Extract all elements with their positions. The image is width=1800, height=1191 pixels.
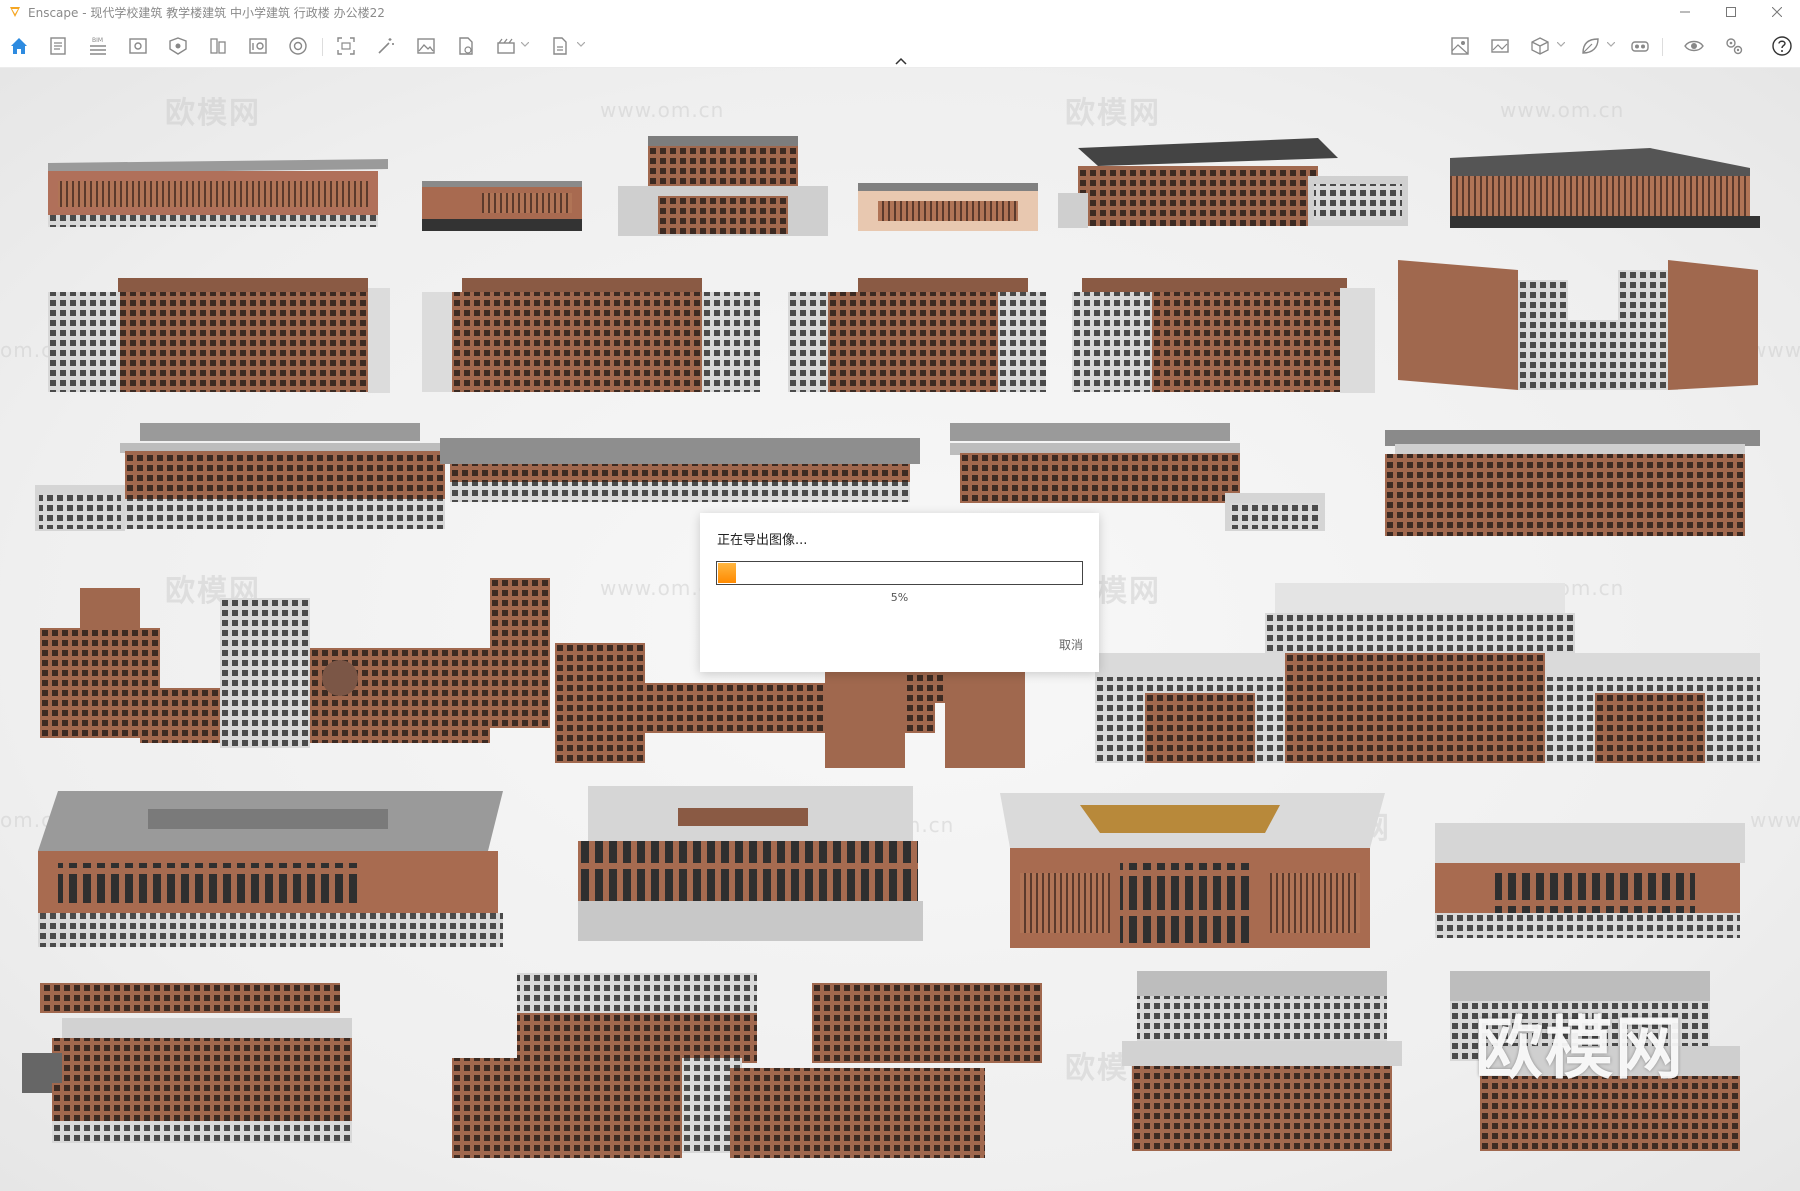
building-model bbox=[38, 791, 503, 951]
batch-export-icon bbox=[553, 37, 567, 55]
maximize-icon bbox=[1726, 7, 1736, 17]
building-model bbox=[22, 983, 372, 1148]
picture-icon bbox=[1491, 39, 1509, 53]
leaf-tool-button[interactable] bbox=[1578, 34, 1602, 58]
building-model bbox=[1435, 823, 1745, 943]
home-button[interactable] bbox=[7, 34, 31, 58]
home-icon bbox=[11, 38, 27, 54]
eye-preview-button[interactable] bbox=[1682, 34, 1706, 58]
watermark-brand-large: 欧模网 bbox=[1475, 1010, 1686, 1089]
sphere-settings-button[interactable] bbox=[286, 34, 310, 58]
building-model bbox=[1122, 971, 1407, 1156]
cube-view-dropdown[interactable] bbox=[1556, 38, 1566, 52]
dialog-title: 正在导出图像... bbox=[717, 533, 808, 548]
close-icon bbox=[1772, 7, 1782, 17]
picture-button[interactable] bbox=[1488, 34, 1512, 58]
building-model bbox=[35, 423, 475, 533]
building-model bbox=[1385, 430, 1760, 540]
video-export-dropdown[interactable] bbox=[520, 38, 530, 52]
eye-preview-icon bbox=[1684, 40, 1704, 52]
building-model bbox=[422, 173, 587, 243]
export-progress-bar bbox=[716, 561, 1083, 585]
screenshot-capture-icon bbox=[337, 37, 355, 55]
bim-list-icon: BIM bbox=[90, 37, 106, 55]
sphere-settings-icon bbox=[289, 37, 307, 55]
cube-view-button[interactable] bbox=[1528, 34, 1552, 58]
enscape-logo-icon bbox=[10, 7, 20, 17]
visual-settings-button[interactable] bbox=[126, 34, 150, 58]
chevron-down-icon bbox=[1557, 42, 1565, 47]
export-button[interactable] bbox=[454, 34, 478, 58]
video-export-icon bbox=[497, 38, 515, 54]
window-title: Enscape - 现代学校建筑 教学楼建筑 中小学建筑 行政楼 办公楼22 bbox=[28, 5, 385, 20]
help-icon bbox=[1772, 36, 1792, 56]
building-model bbox=[618, 136, 828, 241]
building-model bbox=[40, 578, 560, 748]
cube-view-icon bbox=[1531, 37, 1549, 55]
asset-library-icon bbox=[169, 37, 187, 55]
cancel-button[interactable]: 取消 bbox=[1059, 636, 1083, 653]
batch-export-button[interactable] bbox=[548, 34, 572, 58]
image-render-button[interactable] bbox=[414, 34, 438, 58]
building-model bbox=[858, 183, 1043, 233]
help-button[interactable] bbox=[1770, 34, 1794, 58]
leaf-tool-icon bbox=[1582, 38, 1599, 54]
video-export-button[interactable] bbox=[494, 34, 518, 58]
building-model bbox=[422, 278, 762, 393]
building-model bbox=[48, 153, 388, 233]
watermark-url-partial-right: www. bbox=[1750, 808, 1800, 832]
chevron-down-icon bbox=[521, 42, 529, 47]
settings-button[interactable] bbox=[1722, 34, 1746, 58]
chevron-down-icon bbox=[577, 42, 585, 47]
close-button[interactable] bbox=[1754, 0, 1800, 24]
batch-export-dropdown[interactable] bbox=[576, 38, 586, 52]
building-model bbox=[578, 786, 923, 946]
screenshot-button[interactable] bbox=[334, 34, 358, 58]
bim-label: BIM bbox=[92, 37, 103, 44]
chevron-up-icon bbox=[895, 57, 907, 65]
info-panel-icon bbox=[249, 38, 267, 54]
image-gallery-icon bbox=[1451, 37, 1469, 55]
vr-headset-icon bbox=[1631, 41, 1649, 52]
vr-headset-button[interactable] bbox=[1628, 34, 1652, 58]
material-editor-button[interactable] bbox=[206, 34, 230, 58]
building-model bbox=[452, 973, 1052, 1158]
progress-fill bbox=[718, 563, 736, 583]
building-model bbox=[1000, 793, 1385, 953]
building-model bbox=[1450, 148, 1770, 233]
watermark-url: www.om.cn bbox=[1500, 98, 1625, 122]
chevron-down-icon bbox=[1607, 42, 1615, 47]
image-render-icon bbox=[417, 38, 435, 54]
leaf-tool-dropdown[interactable] bbox=[1606, 38, 1616, 52]
progress-percent-text: 5% bbox=[890, 591, 909, 604]
asset-library-button[interactable] bbox=[166, 34, 190, 58]
building-model bbox=[1398, 260, 1758, 395]
export-icon bbox=[459, 37, 473, 55]
building-model bbox=[48, 278, 393, 393]
image-gallery-button[interactable] bbox=[1448, 34, 1472, 58]
export-progress-dialog: 正在导出图像... 5% 取消 bbox=[700, 513, 1099, 672]
minimize-icon bbox=[1680, 11, 1690, 13]
collapse-toolbar-button[interactable] bbox=[893, 56, 909, 66]
building-model bbox=[440, 438, 920, 513]
title-bar: Enscape - 现代学校建筑 教学楼建筑 中小学建筑 行政楼 办公楼22 bbox=[0, 0, 1800, 24]
magic-wand-icon bbox=[378, 38, 394, 54]
visual-settings-icon bbox=[129, 38, 147, 54]
building-model bbox=[788, 278, 1048, 393]
maximize-button[interactable] bbox=[1708, 0, 1754, 24]
magic-wand-button[interactable] bbox=[374, 34, 398, 58]
building-model bbox=[1095, 583, 1760, 768]
building-model bbox=[1058, 138, 1418, 233]
watermark-brand: 欧模网 bbox=[1065, 96, 1161, 131]
info-panel-button[interactable] bbox=[246, 34, 270, 58]
bim-button[interactable]: BIM bbox=[86, 34, 110, 58]
document-button[interactable] bbox=[46, 34, 70, 58]
building-model bbox=[1072, 278, 1377, 393]
settings-gears-icon bbox=[1726, 38, 1743, 55]
document-icon bbox=[50, 37, 66, 55]
watermark-brand: 欧模网 bbox=[165, 96, 261, 131]
material-editor-icon bbox=[210, 38, 226, 54]
watermark-url: www.om.cn bbox=[600, 98, 725, 122]
minimize-button[interactable] bbox=[1662, 0, 1708, 24]
